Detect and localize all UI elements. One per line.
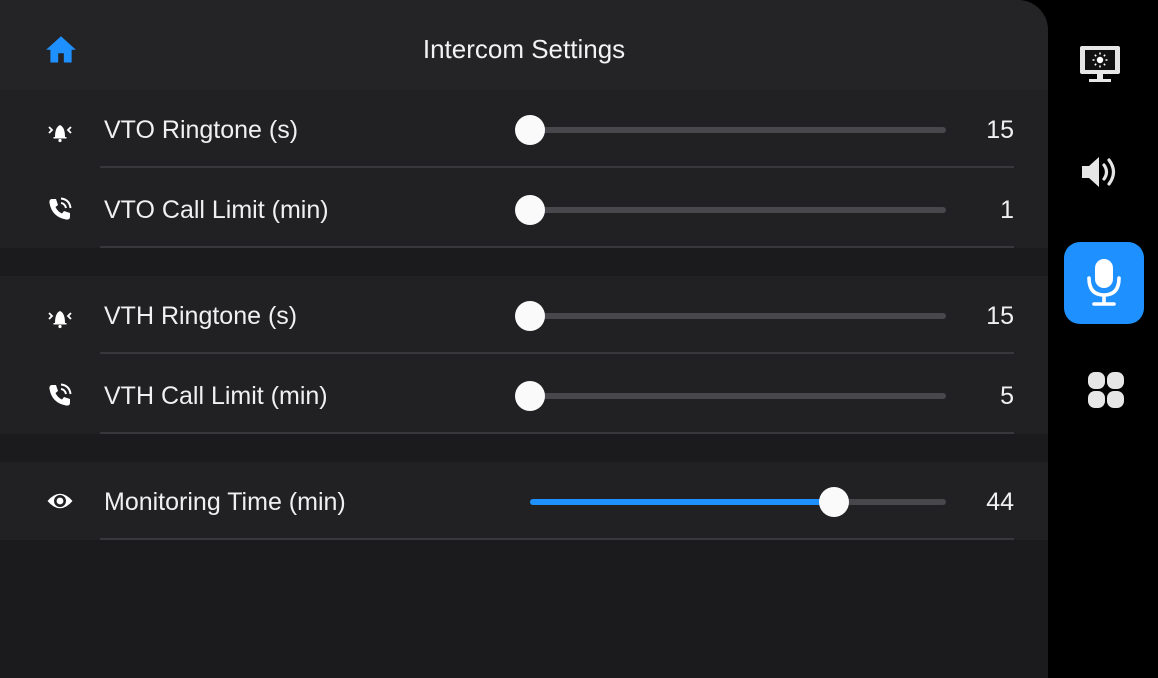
setting-value: 15 [986, 116, 1014, 144]
slider-track [530, 207, 946, 213]
setting-label: VTH Call Limit (min) [104, 382, 328, 410]
phone-call-icon [49, 383, 72, 406]
sidebar-item-intercom[interactable] [1064, 242, 1144, 324]
row-divider [100, 166, 1014, 168]
vto-settings-group: VTO Ringtone (s) 15 VTO Call Limit (min)… [0, 90, 1048, 248]
setting-label: VTO Ringtone (s) [104, 116, 299, 144]
phone-call-icon [49, 197, 72, 220]
setting-label: VTH Ringtone (s) [104, 302, 298, 330]
sidebar-item-display[interactable] [1078, 42, 1122, 88]
setting-row-vth-ringtone: VTH Ringtone (s) 15 [0, 276, 1048, 354]
setting-value: 1 [1000, 196, 1014, 224]
setting-row-vto-call-limit: VTO Call Limit (min) 1 [0, 170, 1048, 248]
sidebar-item-apps[interactable] [1086, 370, 1126, 410]
row-divider [100, 432, 1014, 434]
ring-bell-icon [48, 311, 72, 329]
slider-thumb[interactable] [515, 195, 545, 225]
apps-grid-icon [1088, 372, 1124, 408]
setting-value: 44 [986, 488, 1014, 516]
settings-panel: Intercom Settings VTO Ringtone (s) 15 VT… [0, 0, 1048, 678]
slider-track [530, 127, 946, 133]
vth-call-limit-slider[interactable] [515, 381, 949, 411]
slider-thumb[interactable] [515, 115, 545, 145]
vth-ringtone-slider[interactable] [515, 301, 949, 331]
sidebar-item-sound[interactable] [1078, 150, 1122, 194]
display-brightness-icon [1080, 46, 1120, 82]
monitoring-settings-group: Monitoring Time (min) 44 [0, 462, 1048, 540]
monitoring-time-slider[interactable] [515, 487, 949, 517]
setting-value: 15 [986, 302, 1014, 330]
slider-fill [530, 499, 834, 505]
slider-track [530, 393, 946, 399]
setting-label: VTO Call Limit (min) [104, 196, 329, 224]
header-bar: Intercom Settings [0, 0, 1048, 90]
setting-label: Monitoring Time (min) [104, 488, 346, 516]
vth-settings-group: VTH Ringtone (s) 15 VTH Call Limit (min)… [0, 276, 1048, 434]
row-divider [100, 352, 1014, 354]
microphone-icon [1087, 259, 1121, 306]
slider-thumb[interactable] [515, 301, 545, 331]
speaker-icon [1082, 157, 1116, 187]
setting-value: 5 [1000, 382, 1014, 410]
row-divider [100, 538, 1014, 540]
slider-thumb[interactable] [515, 381, 545, 411]
slider-thumb[interactable] [818, 487, 849, 517]
row-divider [100, 246, 1014, 248]
setting-row-vth-call-limit: VTH Call Limit (min) 5 [0, 356, 1048, 434]
setting-row-monitoring-time: Monitoring Time (min) 44 [0, 462, 1048, 540]
ring-bell-icon [48, 125, 72, 143]
vto-call-limit-slider[interactable] [515, 195, 949, 225]
slider-track [530, 313, 946, 319]
eye-icon [47, 493, 73, 509]
vto-ringtone-slider[interactable] [515, 115, 949, 145]
setting-row-vto-ringtone: VTO Ringtone (s) 15 [0, 90, 1048, 168]
page-title: Intercom Settings [422, 34, 626, 64]
